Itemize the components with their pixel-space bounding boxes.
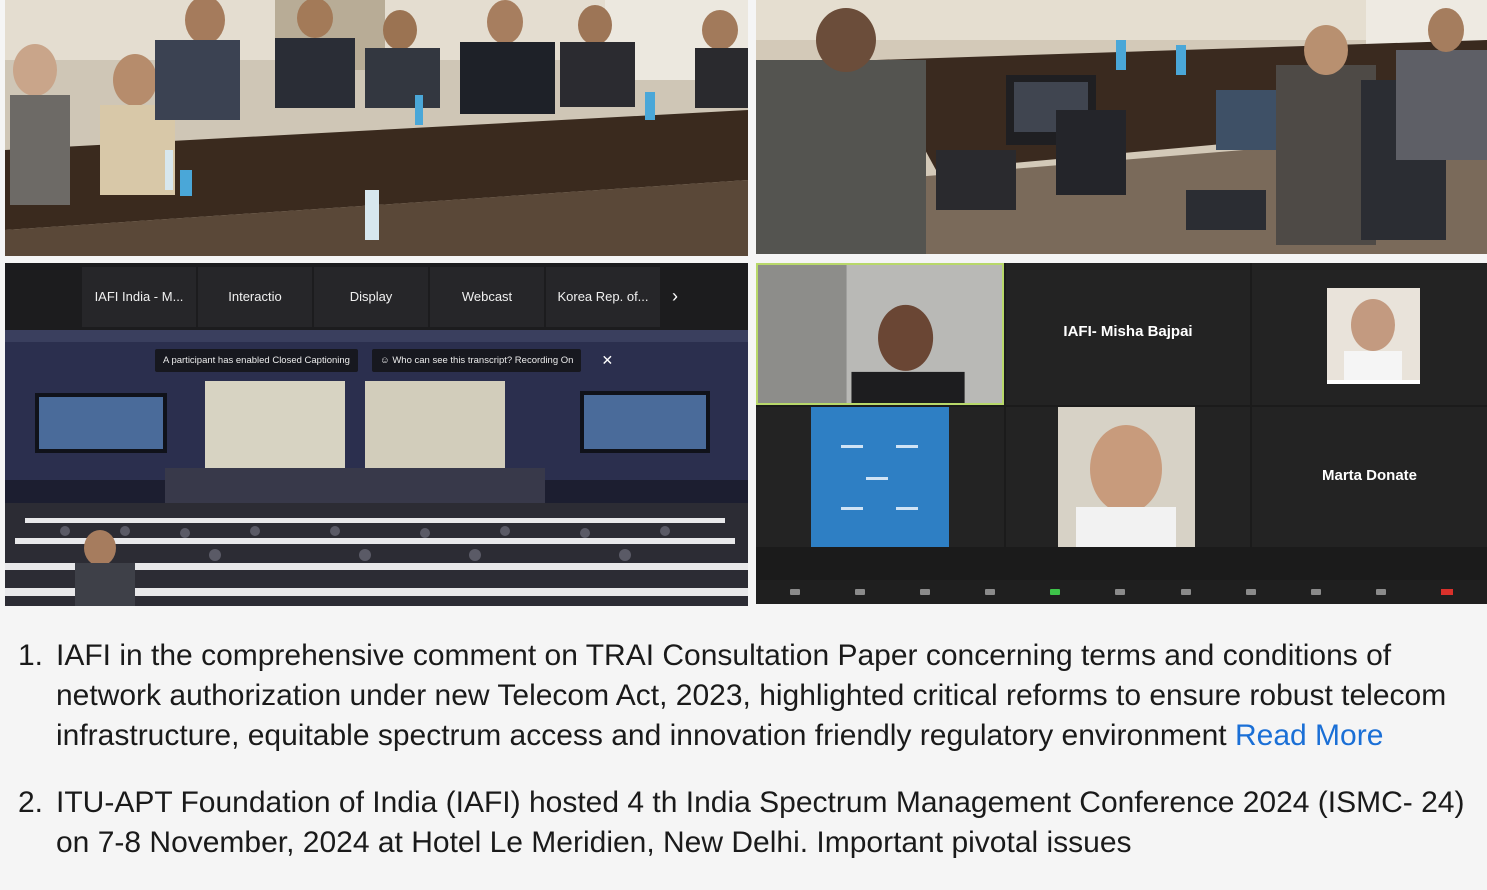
conference-screenshot: IAFI India - M... Interactio Display Web… [5,263,748,606]
news-list: 1. IAFI in the comprehensive comment on … [0,636,1487,890]
captions-icon[interactable] [1180,589,1191,595]
close-icon[interactable]: ✕ [595,352,619,369]
apps-icon[interactable] [1310,589,1321,595]
microphone-icon[interactable] [789,589,800,595]
transcript-notice[interactable]: ☺ Who can see this transcript? Recording… [371,348,582,372]
meeting-photo-1-image [5,0,748,256]
caption-notification-bar: A participant has enabled Closed Caption… [155,347,619,373]
participant-name-misha: IAFI- Misha Bajpai [1063,323,1193,340]
meeting-photo-1[interactable] [5,0,748,256]
participant-name-marta: Marta Donate [1321,467,1418,484]
participant-photo-3 [1252,263,1487,405]
captioning-notice: A participant has enabled Closed Caption… [155,348,358,372]
participant-tile-4 [756,407,1004,547]
participant-backdrop-4 [756,407,1004,547]
meeting-photo-2-image [756,0,1487,254]
participant-tile-5 [1006,407,1250,547]
person-icon: ☺ [379,354,390,366]
news-item-number: 2. [18,786,44,819]
participant-tile-1 [756,263,1004,405]
record-icon[interactable] [1115,589,1126,595]
end-call-button[interactable] [1441,589,1454,595]
news-item-number: 1. [18,639,44,672]
chevron-right-icon[interactable]: › [672,286,678,307]
tab-interactio[interactable]: Interactio [198,266,312,327]
tab-webcast[interactable]: Webcast [430,266,544,327]
video-call-toolbar [756,580,1487,604]
news-item-2: 2. ITU-APT Foundation of India (IAFI) ho… [0,783,1487,863]
whiteboard-icon[interactable] [1376,589,1387,595]
participant-tile-misha: IAFI- Misha Bajpai [1006,263,1250,405]
read-more-link[interactable]: Read More [1235,719,1383,752]
share-screen-icon[interactable] [1050,589,1061,595]
news-item-text: ITU-APT Foundation of India (IAFI) hoste… [56,786,1465,859]
participant-tile-marta: Marta Donate [1252,407,1487,547]
tab-iafi-india[interactable]: IAFI India - M... [82,266,196,327]
meeting-tab-bar: IAFI India - M... Interactio Display Web… [5,263,748,330]
participant-video-1 [758,265,1002,403]
meeting-photo-2[interactable] [756,0,1487,254]
tab-display[interactable]: Display [314,266,428,327]
participant-photo-5 [1006,407,1250,547]
photo-gallery: IAFI India - M... Interactio Display Web… [5,0,1487,606]
participant-tile-3 [1252,263,1487,405]
video-call-screenshot: IAFI- Misha Bajpai Marta Donate [756,263,1487,604]
tab-korea[interactable]: Korea Rep. of... [546,266,660,327]
transcript-notice-text: Who can see this transcript? Recording O… [392,354,574,366]
reactions-icon[interactable] [1245,589,1256,595]
chat-icon[interactable] [985,589,996,595]
participants-icon[interactable] [919,589,930,595]
news-item-1: 1. IAFI in the comprehensive comment on … [0,636,1487,756]
video-camera-icon[interactable] [854,589,865,595]
